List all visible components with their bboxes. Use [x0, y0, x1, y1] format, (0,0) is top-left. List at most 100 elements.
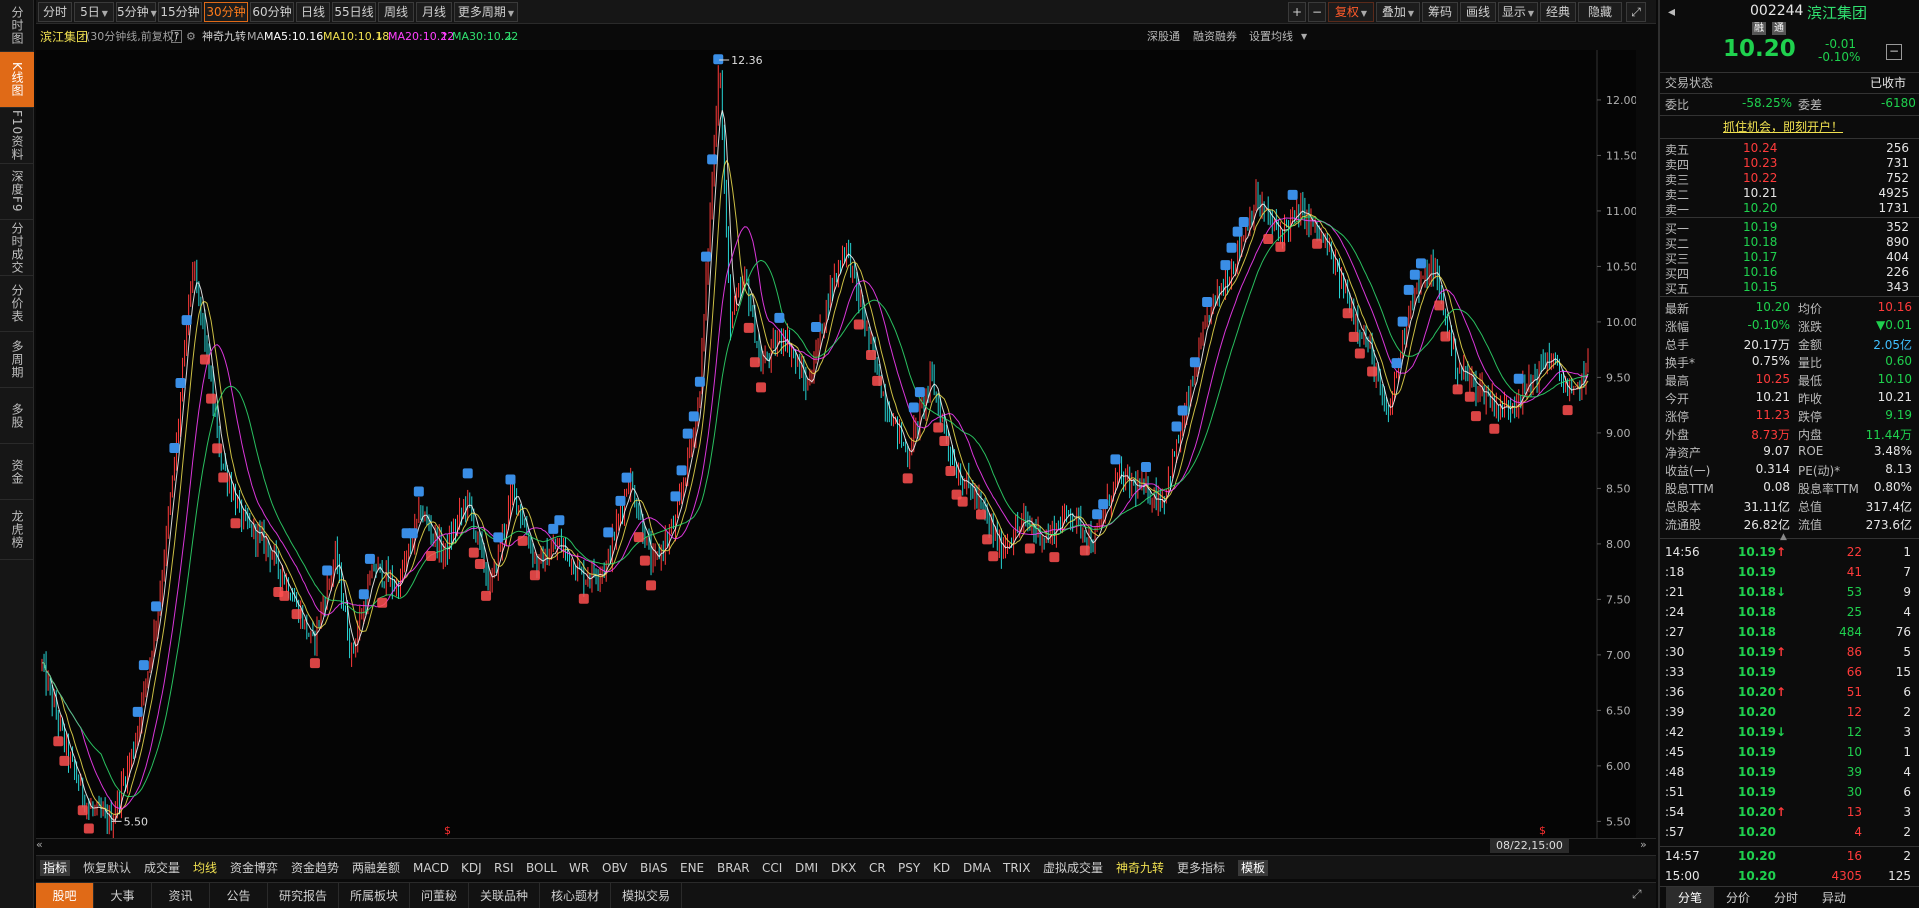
left-tab-4[interactable]: 深度F9: [0, 164, 34, 220]
indicator-tab-3[interactable]: 成交量: [144, 860, 180, 876]
indicator-tab-12[interactable]: WR: [569, 860, 589, 876]
indicator-tab-23[interactable]: DMA: [963, 860, 991, 876]
indicator-tab-18[interactable]: DMI: [795, 860, 818, 876]
toolbar-right-button-2[interactable]: −: [1308, 2, 1326, 22]
indicator-tab-14[interactable]: BIAS: [640, 860, 668, 876]
collapse-icon[interactable]: −: [1886, 44, 1902, 60]
indicator-name[interactable]: 神奇九转: [202, 26, 246, 48]
sell-signal-marker: [1397, 316, 1408, 327]
nav-tab-1[interactable]: 股吧: [36, 883, 94, 908]
period-button-6[interactable]: 60分钟: [250, 2, 294, 22]
chart-scrollbar[interactable]: « 08/22,15:00 »: [36, 838, 1656, 853]
promo-link[interactable]: 抓住机会，即刻开户！: [1723, 118, 1843, 135]
collapse-up-icon[interactable]: ▲: [1780, 532, 1787, 542]
toolbar-right-button-4[interactable]: 叠加 ▼: [1376, 2, 1420, 22]
indicator-tab-27[interactable]: 更多指标: [1177, 860, 1225, 876]
nav-tab-6[interactable]: 所属板块: [339, 883, 410, 908]
indicator-tab-17[interactable]: CCI: [762, 860, 782, 876]
nav-tab-7[interactable]: 问董秘: [410, 883, 469, 908]
separator: [1660, 846, 1919, 847]
period-button-5[interactable]: 30分钟: [204, 2, 248, 22]
toolbar-right-button-1[interactable]: +: [1288, 2, 1306, 22]
buy-signal-marker: [957, 496, 968, 507]
detail-tab-4[interactable]: 异动: [1810, 887, 1858, 908]
kline-chart[interactable]: 12.00 11.50 11.00 10.50 10.00 9.50 9.00 8.50 8.0…: [36, 50, 1636, 838]
left-tab-10[interactable]: 龙虎榜: [0, 500, 34, 560]
indicator-tab-8[interactable]: MACD: [413, 860, 449, 876]
expand-icon[interactable]: ⤢: [1626, 2, 1646, 22]
link-margin[interactable]: 融资融券: [1193, 26, 1237, 48]
left-tab-5[interactable]: 分时成交: [0, 220, 34, 276]
detail-tab-1[interactable]: 分笔: [1666, 887, 1714, 908]
toolbar-right-button-6[interactable]: 画线: [1460, 2, 1496, 22]
left-tab-8[interactable]: 多股: [0, 388, 34, 444]
expand-icon[interactable]: ⤢: [1632, 887, 1642, 902]
toolbar-right-button-7[interactable]: 显示 ▼: [1498, 2, 1538, 22]
nav-tab-2[interactable]: 大事: [94, 883, 152, 908]
nav-tab-10[interactable]: 模拟交易: [611, 883, 682, 908]
period-button-3[interactable]: 5分钟 ▼: [116, 2, 157, 22]
left-tab-7[interactable]: 多周期: [0, 332, 34, 388]
nav-tab-3[interactable]: 资讯: [152, 883, 210, 908]
ma-settings-caret-icon[interactable]: ▼: [1301, 26, 1307, 48]
indicator-tab-25[interactable]: 虚拟成交量: [1043, 860, 1103, 876]
sell-signal-marker: [621, 472, 632, 483]
link-ma-settings[interactable]: 设置均线: [1249, 26, 1293, 48]
indicator-tab-5[interactable]: 资金博弈: [230, 860, 278, 876]
indicator-tab-11[interactable]: BOLL: [526, 860, 557, 876]
prev-stock-icon[interactable]: ◂: [1668, 4, 1675, 20]
nav-tab-8[interactable]: 关联品种: [469, 883, 540, 908]
period-label: 更多周期: [457, 5, 506, 19]
period-button-10[interactable]: 月线: [416, 2, 452, 22]
period-button-7[interactable]: 日线: [296, 2, 330, 22]
period-button-11[interactable]: 更多周期 ▼: [454, 2, 518, 22]
period-button-1[interactable]: 分时: [38, 2, 72, 22]
indicator-tab-4[interactable]: 均线: [193, 860, 217, 876]
indicator-tab-10[interactable]: RSI: [494, 860, 514, 876]
indicator-tab-1[interactable]: 指标: [40, 860, 71, 876]
toolbar-right-button-3[interactable]: 复权 ▼: [1328, 2, 1374, 22]
indicator-tab-2[interactable]: 恢复默认: [83, 860, 131, 876]
nav-tab-5[interactable]: 研究报告: [268, 883, 339, 908]
stat-value: 10.21: [1755, 390, 1790, 404]
toolbar-right-button-8[interactable]: 经典: [1540, 2, 1576, 22]
indicator-tab-16[interactable]: BRAR: [717, 860, 750, 876]
detail-tab-3[interactable]: 分时: [1762, 887, 1810, 908]
scroll-left-icon[interactable]: «: [36, 838, 43, 851]
left-tab-1[interactable]: 分时图: [0, 0, 34, 52]
indicator-tab-21[interactable]: PSY: [898, 860, 920, 876]
indicator-tab-15[interactable]: ENE: [680, 860, 704, 876]
period-button-9[interactable]: 周线: [378, 2, 414, 22]
scroll-right-icon[interactable]: »: [1640, 838, 1647, 851]
indicator-tab-26[interactable]: 神奇九转: [1116, 860, 1164, 876]
help-icon[interactable]: ?: [171, 30, 183, 43]
indicator-tab-22[interactable]: KD: [933, 860, 950, 876]
indicator-tab-13[interactable]: OBV: [602, 860, 628, 876]
nav-tab-9[interactable]: 核心题材: [540, 883, 611, 908]
period-button-4[interactable]: 15分钟: [158, 2, 202, 22]
left-tab-6[interactable]: 分价表: [0, 276, 34, 332]
left-tab-9[interactable]: 资金: [0, 444, 34, 500]
sell-signal-marker: [493, 532, 504, 543]
left-tab-3[interactable]: F10资料: [0, 108, 34, 164]
period-label: 15分钟: [160, 5, 200, 19]
nav-tab-4[interactable]: 公告: [210, 883, 268, 908]
gear-icon[interactable]: ⚙: [186, 26, 196, 48]
indicator-tab-28[interactable]: 模板: [1238, 860, 1269, 876]
indicator-tab-7[interactable]: 两融差额: [352, 860, 400, 876]
indicator-tab-24[interactable]: TRIX: [1003, 860, 1030, 876]
period-button-2[interactable]: 5日 ▼: [74, 2, 114, 22]
indicator-tab-20[interactable]: CR: [869, 860, 886, 876]
buy-signal-marker: [866, 349, 877, 360]
tick-time: :18: [1665, 565, 1685, 579]
indicator-tab-6[interactable]: 资金趋势: [291, 860, 339, 876]
indicator-tab-19[interactable]: DKX: [831, 860, 856, 876]
toolbar-right-button-5[interactable]: 筹码: [1422, 2, 1458, 22]
toolbar-right-button-9[interactable]: 隐藏: [1578, 2, 1622, 22]
left-tab-2[interactable]: K线图: [0, 52, 34, 108]
indicator-tab-9[interactable]: KDJ: [461, 860, 482, 876]
link-hk-connect[interactable]: 深股通: [1147, 26, 1180, 48]
period-button-8[interactable]: 55日线: [332, 2, 376, 22]
y-tick-label: 7.00: [1606, 649, 1631, 662]
detail-tab-2[interactable]: 分价: [1714, 887, 1762, 908]
